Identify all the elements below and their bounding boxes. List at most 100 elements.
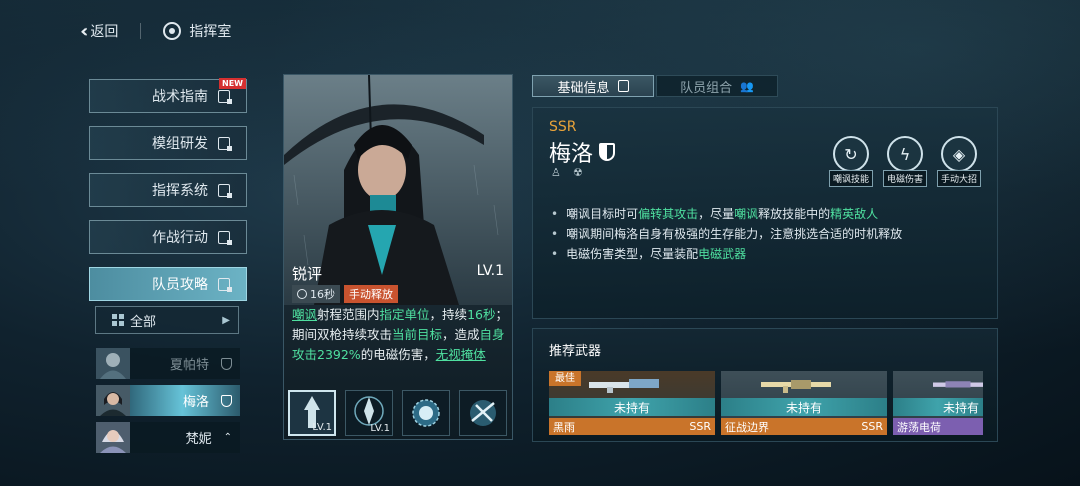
double-chevron-left-icon: ‹‹ (80, 20, 90, 42)
weapon-footer: 游荡电荷 (893, 418, 983, 435)
attribute-icons: ♙ ☢ (551, 166, 583, 179)
skill-type-tag: 手动释放 (344, 285, 398, 303)
skill-slot[interactable]: LV.1 (345, 390, 393, 436)
tab-basic-info[interactable]: 基础信息 (532, 75, 654, 97)
tab-label: 基础信息 (557, 80, 610, 96)
divider (140, 23, 142, 39)
desc-segment: 嘲讽 (292, 307, 318, 322)
feature-label: 手动大招 (936, 170, 981, 187)
sidebar-item-label: 战术指南 (152, 89, 208, 105)
desc-segment: 的电磁伤害， (360, 347, 436, 362)
edit-icon (218, 136, 232, 151)
character-title: 梅洛 (549, 136, 616, 168)
weapon-footer: 黑雨 SSR (549, 418, 715, 435)
best-badge: 最佳 (549, 371, 581, 386)
ownership-band: 未持有 (893, 398, 983, 416)
desc-segment: ，尽量 (698, 207, 735, 221)
filter-dropdown[interactable]: 全部 ▶ (95, 306, 239, 334)
skill-card: 锐评 LV.1 16秒 手动释放 嘲讽射程范围内指定单位，持续16秒；期间双枪持… (283, 74, 513, 440)
cooldown-value: 16秒 (310, 288, 335, 301)
desc-segment: 电磁武器 (698, 247, 747, 261)
basic-info-panel: SSR 梅洛 ♙ ☢ ↻ 嘲讽技能 ϟ 电磁伤害 ◈ 手动大招 嘲讽目标时可偏转… (532, 107, 998, 319)
desc-segment: ，造成 (442, 327, 480, 342)
character-name: 梅洛 (549, 142, 594, 167)
shield-icon (221, 357, 232, 370)
feature-label: 电磁伤害 (882, 170, 927, 187)
weapon-rarity: SSR (689, 420, 711, 433)
grid-icon (112, 314, 124, 326)
character-item[interactable]: 梵妮 ⌃ (96, 422, 240, 453)
sidebar-item-member-guide[interactable]: 队员攻略 (89, 267, 247, 301)
skill-slot[interactable] (402, 390, 450, 436)
command-room-icon (163, 22, 182, 40)
info-tabs: 基础信息 队员组合 👥 (532, 75, 778, 97)
feature-taunt[interactable]: ↻ 嘲讽技能 (827, 136, 875, 187)
ownership-band: 未持有 (549, 398, 715, 416)
character-thumbnail (96, 385, 130, 416)
document-icon (617, 80, 629, 92)
desc-segment: 精英敌人 (830, 207, 879, 221)
weapon-rarity: SSR (861, 420, 883, 433)
filter-label: 全部 (130, 314, 157, 330)
rarity-label: SSR (549, 119, 577, 135)
weapon-footer: 征战边界 SSR (721, 418, 887, 435)
weapon-card[interactable]: 最佳 未持有 黑雨 SSR (549, 371, 715, 435)
recommended-weapons-panel: 推荐武器 最佳 未持有 黑雨 SSR 未持有 征战边界 SSR 未持有 游荡电荷 (532, 328, 998, 442)
person-icon: ♙ (551, 166, 561, 179)
ownership-status: 未持有 (613, 400, 650, 415)
new-badge: NEW (219, 78, 246, 89)
ownership-status: 未持有 (942, 400, 979, 415)
character-name: 梅洛 (182, 395, 209, 410)
ownership-band: 未持有 (721, 398, 887, 416)
back-label: 返回 (90, 24, 119, 40)
weapon-card[interactable]: 未持有 征战边界 SSR (721, 371, 887, 435)
deflect-skill-icon (470, 400, 496, 426)
skill-level: LV.1 (476, 263, 504, 279)
chevron-up-icon: ⌃ (223, 432, 232, 443)
desc-segment: 释放技能中的 (758, 207, 831, 221)
team-icon: 👥 (740, 79, 754, 93)
desc-segment: 当前目标 (392, 327, 443, 342)
skill-slot[interactable] (459, 390, 507, 436)
edit-icon (218, 89, 232, 104)
character-name: 夏帕特 (169, 358, 209, 373)
weapon-name: 黑雨 (553, 420, 575, 434)
desc-segment: 射程范围内 (317, 307, 380, 322)
character-thumbnail (96, 348, 130, 379)
skill-description: 嘲讽射程范围内指定单位，持续16秒；期间双枪持续攻击当前目标，造成自身攻击239… (292, 305, 508, 365)
skill-slot[interactable]: LV.1 (288, 390, 336, 436)
desc-segment: 嘲讽期间梅洛自身有极强的生存能力，注意挑选合适的时机释放 (566, 227, 903, 241)
taunt-icon: ↻ (833, 136, 869, 172)
desc-segment: 偏转其攻击 (638, 207, 699, 221)
slot-level: LV.1 (370, 423, 390, 434)
desc-segment: 无视掩体 (435, 347, 486, 362)
desc-segment: 嘲讽 (734, 207, 759, 221)
desc-segment: 电磁伤害类型，尽量装配 (566, 247, 699, 261)
weapon-card[interactable]: 未持有 游荡电荷 (893, 371, 983, 435)
description-line: 嘲讽目标时可偏转其攻击，尽量嘲讽释放技能中的精英敌人 (551, 204, 902, 224)
desc-segment: ，持续 (429, 307, 468, 322)
clock-icon (297, 289, 307, 299)
edit-icon (218, 230, 232, 245)
radiation-icon: ☢ (572, 166, 583, 179)
feature-emp[interactable]: ϟ 电磁伤害 (881, 136, 929, 187)
feature-ultimate[interactable]: ◈ 手动大招 (935, 136, 983, 187)
back-button[interactable]: ‹‹ 返回 (80, 21, 118, 42)
character-item[interactable]: 梅洛 (96, 385, 240, 416)
tab-team-combo[interactable]: 队员组合 👥 (656, 75, 778, 97)
sidebar-item-operations[interactable]: 作战行动 (89, 220, 247, 254)
sidebar-item-label: 模组研发 (152, 136, 208, 152)
desc-segment: 16秒 (467, 307, 496, 322)
sidebar-item-label: 指挥系统 (152, 183, 208, 199)
sidebar-item-tactics-guide[interactable]: 战术指南 NEW (89, 78, 247, 113)
character-thumbnail (96, 422, 130, 453)
sidebar-item-command-system[interactable]: 指挥系统 (89, 173, 247, 207)
description-line: 嘲讽期间梅洛自身有极强的生存能力，注意挑选合适的时机释放 (551, 224, 902, 244)
cooldown-tag: 16秒 (292, 285, 340, 303)
shield-icon (221, 394, 232, 407)
desc-segment: 嘲讽目标时可 (566, 207, 639, 221)
weapon-image (589, 379, 659, 393)
weapon-image (933, 381, 983, 388)
sidebar-item-module-research[interactable]: 模组研发 (89, 126, 247, 160)
character-item[interactable]: 夏帕特 (96, 348, 240, 379)
